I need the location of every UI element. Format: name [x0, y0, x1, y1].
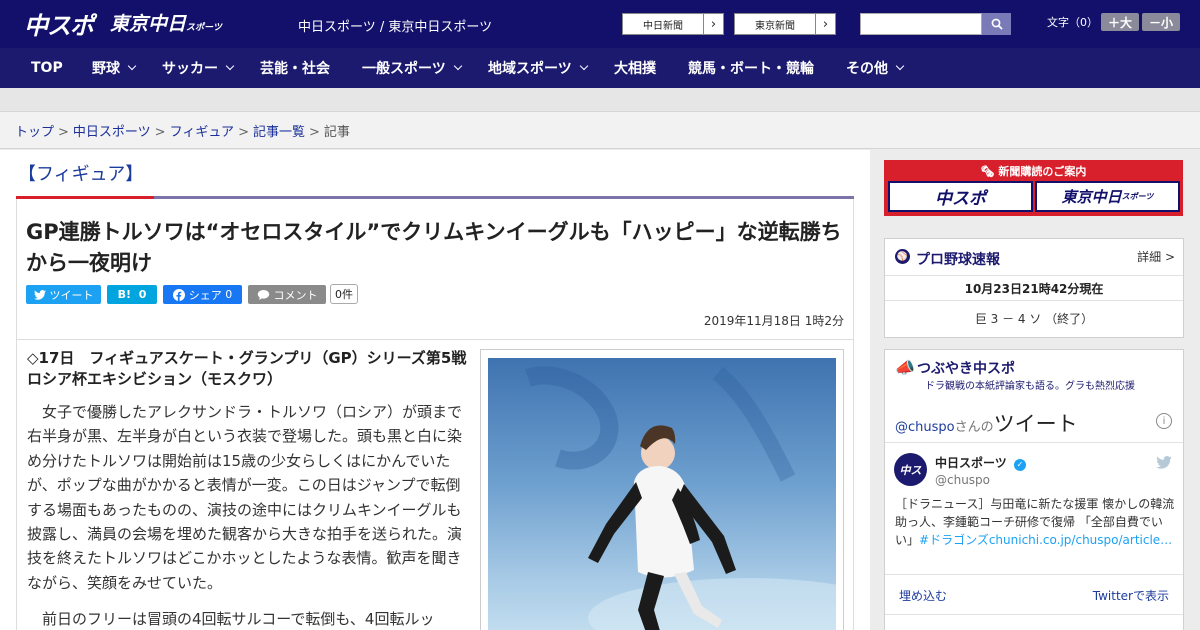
font-bigger-button[interactable]: ＋大 — [1101, 13, 1139, 31]
chevron-down-icon — [225, 61, 235, 71]
nav-item-baseball[interactable]: 野球 — [92, 48, 137, 88]
facebook-share-label: シェア — [188, 288, 222, 302]
breadcrumb-top[interactable]: トップ — [15, 125, 54, 140]
nav-item-entertainment[interactable]: 芸能・社会 — [260, 48, 330, 88]
ext-link-label: 東京新聞 — [755, 20, 795, 32]
article-divider — [16, 339, 854, 340]
tsubuyaki-title: つぶやき中スポ — [917, 361, 1015, 377]
breadcrumb-article-list[interactable]: 記事一覧 — [253, 125, 305, 140]
widget-divider — [885, 614, 1183, 615]
tokyo-shimbun-link[interactable]: 東京新聞 › — [734, 13, 836, 35]
chevron-down-icon — [579, 61, 588, 71]
nav-item-general-sports[interactable]: 一般スポーツ — [362, 48, 462, 88]
chuspo-avatar[interactable]: 中ス — [894, 453, 927, 486]
breadcrumb-current: 記事 — [323, 125, 350, 140]
widget-divider — [885, 574, 1183, 575]
newspaper-icon: 🗞 — [980, 165, 995, 178]
breadcrumb-separator: > — [238, 125, 249, 140]
tweet-account-handle[interactable]: @chuspo — [935, 473, 990, 487]
comment-button[interactable]: コメント — [248, 285, 326, 304]
search-icon — [991, 18, 1003, 30]
chevron-down-icon — [127, 61, 137, 71]
breadcrumb-separator: > — [154, 125, 166, 140]
tweet-link[interactable]: #ドラゴンズchunichi.co.jp/chuspo/article… — [919, 533, 1172, 547]
chevron-right-icon: › — [703, 14, 723, 34]
widget-divider — [885, 442, 1183, 443]
comment-count: 0件 — [330, 284, 358, 304]
article-photo[interactable] — [488, 358, 836, 630]
font-size-label: 文字（0） — [1047, 16, 1098, 29]
breadcrumb-separator: > — [58, 125, 69, 140]
tsubuyaki-subtitle: ドラ観戦の本紙評論家も語る。グラも熱烈応援 — [925, 381, 1135, 392]
twitter-bird-icon — [33, 289, 46, 300]
breadcrumb-figure[interactable]: フィギュア — [170, 125, 234, 140]
widget-divider — [885, 300, 1183, 301]
article-headline: GP連勝トルソワは“オセロスタイル”でクリムキンイーグルも「ハッピー」な逆転勝ち… — [26, 220, 842, 275]
chevron-down-icon — [895, 61, 905, 71]
tweet-account-name[interactable]: 中日スポーツ ✓ — [935, 454, 1026, 471]
hatena-bookmark-button[interactable]: B! 0 — [107, 285, 157, 304]
tweet-button[interactable]: ツイート — [26, 285, 101, 304]
view-on-twitter-link[interactable]: Twitterで表示 — [1093, 587, 1169, 604]
site-header: 中スポ 東京中日スポーツ 中日スポーツ / 東京中日スポーツ 中日新聞 › 東京… — [0, 0, 1200, 48]
article-subhead: ◇17日 フィギュアスケート・グランプリ（GP）シリーズ第5戦ロシア杯エキシビシ… — [27, 349, 467, 388]
subscription-banner[interactable]: 🗞 新聞購読のご案内 中スポ 東京中日 スポーツ — [884, 160, 1183, 216]
article-body: 女子で優勝したアレクサンドラ・トルソワ（ロシア）が頭まで右半身が黒、左半身が白と… — [27, 400, 463, 630]
hatena-count: 0 — [138, 288, 147, 301]
header-band — [0, 88, 1200, 112]
facebook-share-button[interactable]: シェア 0 — [163, 285, 242, 304]
search-button[interactable] — [982, 13, 1011, 35]
facebook-share-count: 0 — [225, 288, 233, 301]
logo-chuspo[interactable]: 中スポ — [24, 12, 94, 40]
category-title: 【フィギュア】 — [18, 164, 144, 185]
site-logo[interactable]: 中スポ 東京中日スポーツ — [24, 6, 222, 41]
tweet-text: ［ドラニュース］与田竜に新たな援軍 懐かしの韓流助っ人、李鍾範コーチ研修で復帰 … — [895, 497, 1175, 547]
chunichi-shimbun-link[interactable]: 中日新聞 › — [622, 13, 724, 35]
tsubuyaki-widget: 📣 つぶやき中スポ ドラ観戦の本紙評論家も語る。グラも熱烈応援 @chuspoさ… — [884, 349, 1184, 630]
embed-link[interactable]: 埋め込む — [899, 587, 947, 604]
hatena-icon: B! — [117, 288, 132, 301]
logo-tokyo-chunichi[interactable]: 東京中日スポーツ — [110, 9, 222, 36]
ext-link-label: 中日新聞 — [643, 20, 683, 32]
baseball-icon: ⚾ — [895, 249, 910, 264]
subscription-title: 🗞 新聞購読のご案内 — [980, 165, 1087, 178]
twitter-bird-icon[interactable] — [1156, 456, 1172, 469]
nav-item-other[interactable]: その他 — [846, 48, 905, 88]
baseball-score-widget: ⚾ プロ野球速報 詳細 > 10月23日21時42分現在 巨 3 － 4 ソ （… — [884, 238, 1184, 338]
tweet-label: ツイート — [49, 288, 94, 302]
article-paragraph: 女子で優勝したアレクサンドラ・トルソワ（ロシア）が頭まで右半身が黒、左半身が白と… — [27, 403, 463, 592]
skater-photo-illustration — [525, 366, 836, 630]
nav-item-local-sports[interactable]: 地域スポーツ — [488, 48, 588, 88]
font-smaller-button[interactable]: －小 — [1142, 13, 1180, 31]
article-date: 2019年11月18日 1時2分 — [703, 314, 844, 328]
info-icon[interactable]: i — [1156, 413, 1172, 429]
chevron-down-icon — [453, 61, 462, 71]
megaphone-icon: 📣 — [895, 358, 915, 377]
chevron-right-icon: › — [815, 14, 835, 34]
breadcrumb: トップ > 中日スポーツ > フィギュア > 記事一覧 > 記事 — [15, 121, 350, 140]
facebook-icon — [172, 288, 185, 301]
baseball-score[interactable]: 巨 3 － 4 ソ （終了） — [885, 310, 1183, 327]
baseball-widget-title: プロ野球速報 — [916, 252, 1000, 268]
breadcrumb-separator: > — [308, 125, 320, 140]
article-paragraph: 前日のフリーは冒頭の4回転サルコーで転倒も、4回転ルッ — [42, 610, 435, 629]
tokyo-chunichi-subscribe-logo[interactable]: 東京中日 スポーツ — [1035, 181, 1180, 212]
nav-item-top[interactable]: TOP — [31, 48, 63, 88]
breadcrumb-chunichi-sports[interactable]: 中日スポーツ — [73, 125, 151, 140]
baseball-detail-link[interactable]: 詳細 > — [1137, 248, 1175, 265]
nav-item-racing[interactable]: 競馬・ボート・競輪 — [688, 48, 814, 88]
chuspo-subscribe-logo[interactable]: 中スポ — [888, 181, 1033, 212]
twitter-timeline-heading[interactable]: @chuspoさんのツイート — [895, 408, 1078, 438]
comment-label: コメント — [273, 288, 318, 302]
nav-item-soccer[interactable]: サッカー — [162, 48, 235, 88]
verified-badge-icon: ✓ — [1013, 459, 1026, 471]
search-input[interactable] — [860, 13, 982, 35]
baseball-updated-time: 10月23日21時42分現在 — [964, 282, 1104, 296]
widget-divider — [885, 275, 1183, 276]
main-nav: TOP 野球 サッカー 芸能・社会 一般スポーツ 地域スポーツ 大相撲 競馬・ボ… — [0, 48, 1200, 88]
site-names: 中日スポーツ / 東京中日スポーツ — [298, 20, 493, 35]
speech-bubble-icon — [257, 289, 269, 300]
nav-item-sumo[interactable]: 大相撲 — [614, 48, 656, 88]
